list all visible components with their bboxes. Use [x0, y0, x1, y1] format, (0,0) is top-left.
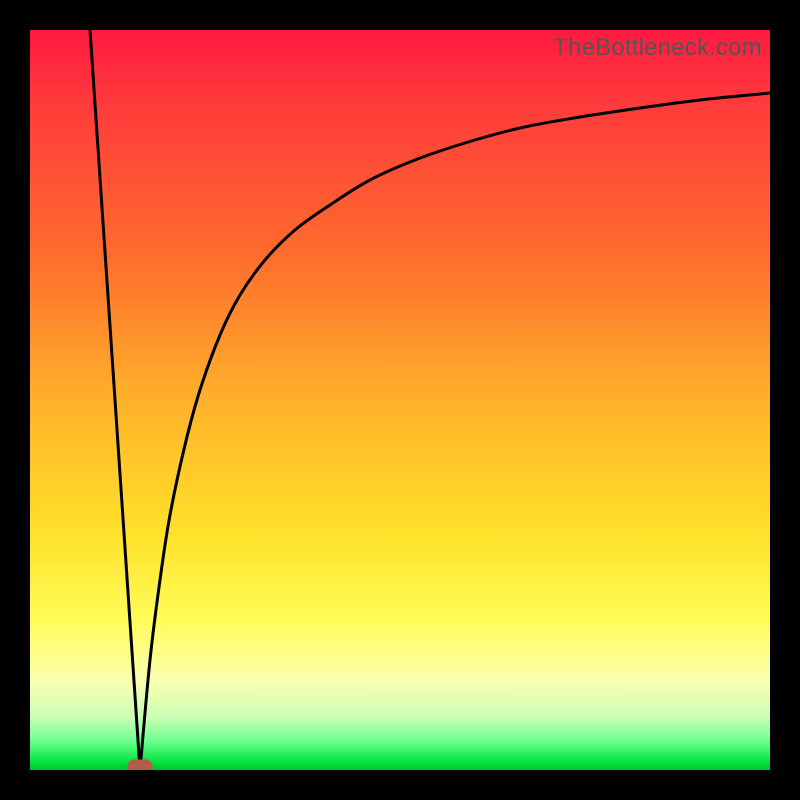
- dip-marker: [128, 760, 152, 770]
- plot-area: TheBottleneck.com: [30, 30, 770, 770]
- left-branch-curve: [90, 30, 140, 770]
- curve-canvas: [30, 30, 770, 770]
- chart-frame: TheBottleneck.com: [0, 0, 800, 800]
- right-branch-curve: [140, 93, 770, 770]
